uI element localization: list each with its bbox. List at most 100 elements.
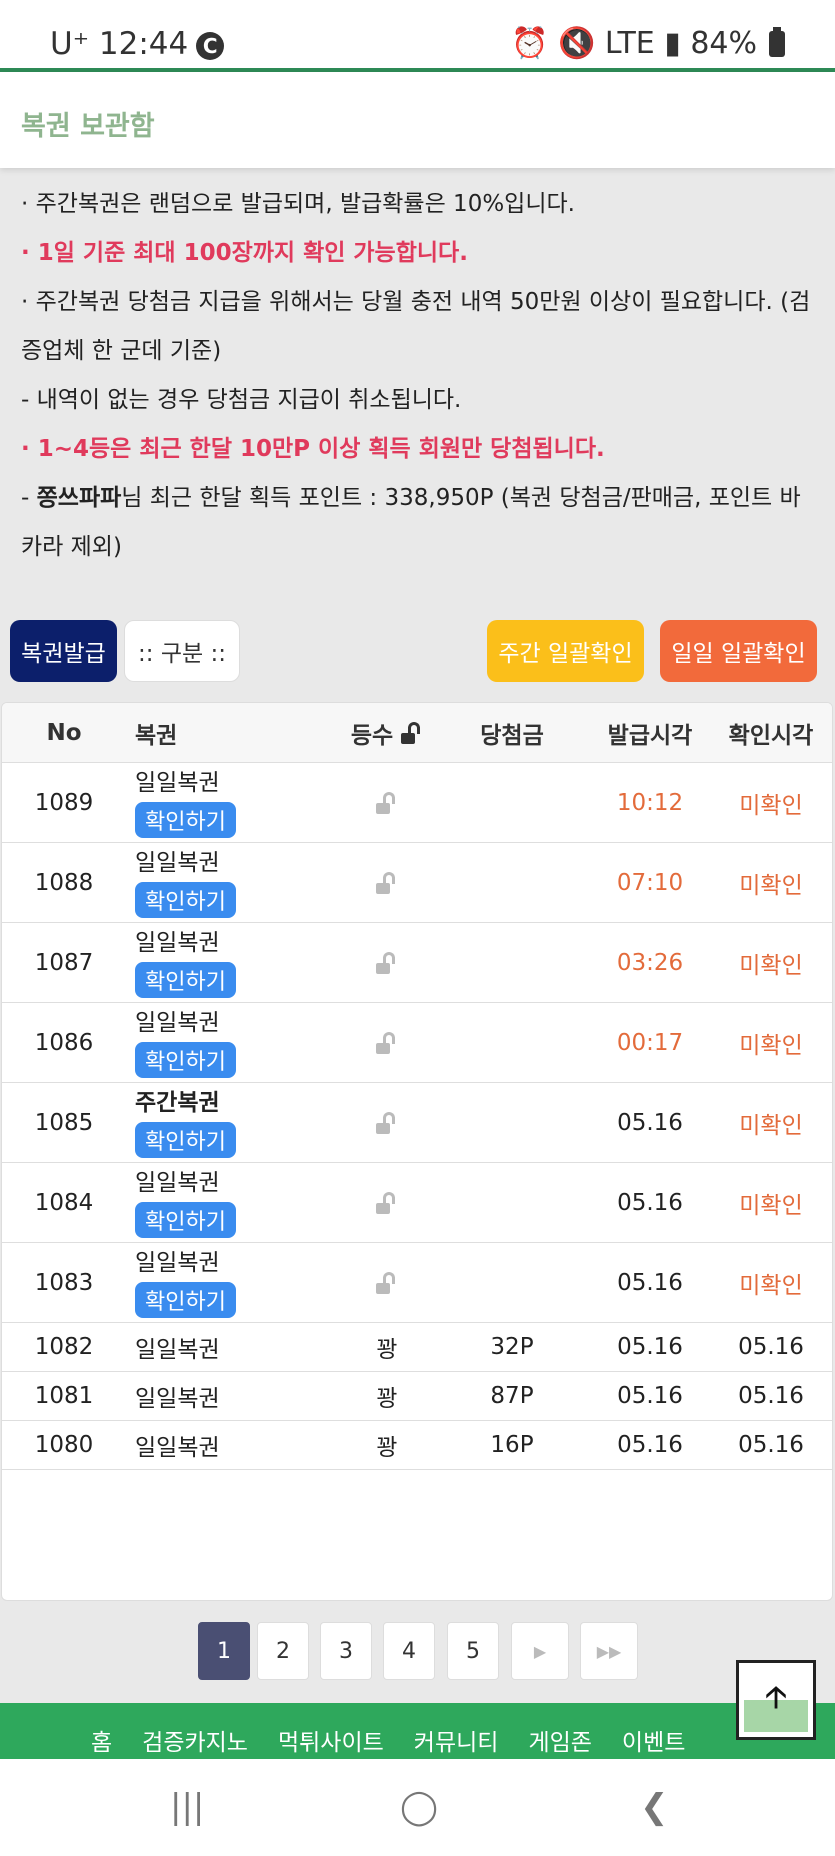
lottery-name-cell: 일일복권확인하기 bbox=[135, 763, 335, 842]
status-time: U⁺ 12:44 C bbox=[50, 26, 225, 62]
page-2[interactable]: 2 bbox=[257, 1622, 309, 1680]
lottery-name: 일일복권 bbox=[135, 769, 220, 796]
lottery-name: 일일복권 bbox=[135, 1386, 220, 1412]
issued-time: 00:17 bbox=[616, 1029, 684, 1056]
prize-value bbox=[462, 763, 562, 842]
row-no: 1087 bbox=[34, 949, 94, 976]
issued-time: 03:26 bbox=[616, 949, 684, 976]
rank-value: 꽝 bbox=[376, 1435, 398, 1461]
lottery-name-cell: 일일복권 확인하기 bbox=[135, 923, 335, 1002]
prize-value: 16P bbox=[490, 1432, 534, 1458]
confirm-button[interactable]: 확인하기 bbox=[135, 1281, 236, 1318]
page-4[interactable]: 4 bbox=[383, 1622, 435, 1680]
notice-block: · 주간복권은 랜덤으로 발급되며, 발급확률은 10%입니다. · 1일 기준… bbox=[21, 180, 821, 572]
unlock-icon bbox=[376, 791, 398, 814]
col-rank[interactable]: 등수 bbox=[337, 703, 437, 762]
lottery-table: No 복권 등수 당첨금 발급시각 확인시각 1089 일일복권 확인하기 10:12… bbox=[1, 702, 833, 1601]
battery-icon bbox=[769, 26, 785, 57]
page-1[interactable]: 1 bbox=[198, 1622, 250, 1680]
footer-link-event[interactable]: 이벤트 bbox=[622, 1723, 685, 1757]
lottery-name-cell: 주간복권확인하기 bbox=[135, 1083, 335, 1162]
unlock-icon bbox=[376, 951, 398, 974]
table-row: 1088 일일복권 확인하기 07:10 미확인 bbox=[2, 843, 832, 923]
prize-value bbox=[462, 1243, 562, 1322]
unlock-icon bbox=[376, 1271, 398, 1294]
page-5[interactable]: 5 bbox=[447, 1622, 499, 1680]
footer-link-community[interactable]: 커뮤니티 bbox=[414, 1723, 499, 1757]
daily-bulk-check-button[interactable]: 일일 일괄확인 bbox=[660, 620, 817, 682]
row-no: 1083 bbox=[34, 1269, 94, 1296]
rank-cell bbox=[337, 1003, 437, 1082]
footer-nav: 홈 검증카지노 먹튀사이트 커뮤니티 게임존 이벤트 bbox=[0, 1703, 835, 1759]
lottery-name: 일일복권 bbox=[135, 1169, 220, 1196]
rank-cell bbox=[337, 1243, 437, 1322]
row-no: 1081 bbox=[34, 1383, 94, 1409]
row-no: 1084 bbox=[34, 1189, 94, 1216]
lottery-name: 일일복권 bbox=[135, 1435, 220, 1461]
android-nav-bar: ||| ◯ ❮ bbox=[0, 1759, 835, 1856]
rank-cell: 꽝 bbox=[337, 1421, 437, 1469]
home-icon[interactable]: ◯ bbox=[400, 1787, 438, 1827]
confirm-button[interactable]: 확인하기 bbox=[135, 881, 236, 918]
issued-time: 07:10 bbox=[616, 869, 684, 896]
col-name: 복권 bbox=[135, 722, 178, 749]
table-row: 1089 일일복권 확인하기 10:12 미확인 bbox=[2, 763, 832, 843]
table-row: 1083 일일복권 확인하기 05.16 미확인 bbox=[2, 1243, 832, 1323]
lottery-name: 일일복권 bbox=[135, 1249, 220, 1276]
notice-line-5: · 1~4등은 최근 한달 10만P 이상 획득 회원만 당첨됩니다. bbox=[21, 436, 605, 462]
checked-status: 05.16 bbox=[738, 1334, 804, 1360]
lottery-name-cell: 일일복권확인하기 bbox=[135, 1243, 335, 1322]
lottery-name: 일일복권 bbox=[135, 849, 220, 876]
notice-line-1: · 주간복권은 랜덤으로 발급되며, 발급확률은 10%입니다. bbox=[21, 191, 575, 217]
prize-value bbox=[462, 1083, 562, 1162]
checked-status: 미확인 bbox=[739, 1272, 803, 1299]
row-no: 1080 bbox=[34, 1432, 94, 1458]
confirm-button[interactable]: 확인하기 bbox=[135, 1041, 236, 1078]
rank-value: 꽝 bbox=[376, 1386, 398, 1412]
lottery-name-cell: 일일복권확인하기 bbox=[135, 1163, 335, 1242]
weekly-bulk-check-button[interactable]: 주간 일괄확인 bbox=[487, 620, 644, 682]
confirm-button[interactable]: 확인하기 bbox=[135, 801, 236, 838]
issue-lottery-button[interactable]: 복권발급 bbox=[10, 620, 117, 682]
lock-icon bbox=[401, 721, 423, 744]
rank-cell bbox=[337, 1163, 437, 1242]
arrow-up-icon: 🡡 bbox=[744, 1668, 808, 1732]
scroll-top-button[interactable]: 🡡 bbox=[736, 1660, 816, 1740]
table-header: No 복권 등수 당첨금 발급시각 확인시각 bbox=[2, 703, 832, 763]
pagination: 1 2 3 4 5 ▶ ▶▶ bbox=[0, 1622, 835, 1682]
footer-link-mukti[interactable]: 먹튀사이트 bbox=[278, 1723, 384, 1757]
col-issued: 발급시각 bbox=[607, 722, 693, 749]
lottery-name: 주간복권 bbox=[135, 1089, 220, 1116]
confirm-button[interactable]: 확인하기 bbox=[135, 961, 236, 998]
issued-time: 05.16 bbox=[617, 1432, 683, 1458]
last-page-icon[interactable]: ▶▶ bbox=[580, 1622, 638, 1680]
page-title: 복권 보관함 bbox=[21, 111, 155, 142]
notice-line-2: · 1일 기준 최대 100장까지 확인 가능합니다. bbox=[21, 240, 468, 266]
footer-link-casino[interactable]: 검증카지노 bbox=[142, 1723, 248, 1757]
rank-cell bbox=[337, 763, 437, 842]
footer-link-gamezone[interactable]: 게임존 bbox=[528, 1723, 591, 1757]
confirm-button[interactable]: 확인하기 bbox=[135, 1201, 236, 1238]
recent-apps-icon[interactable]: ||| bbox=[170, 1787, 204, 1827]
next-page-icon[interactable]: ▶ bbox=[511, 1622, 569, 1680]
notice-line-3: · 주간복권 당첨금 지급을 위해서는 당월 충전 내역 50만원 이상이 필요… bbox=[21, 289, 811, 364]
username: 쫑쓰파파 bbox=[36, 485, 122, 511]
issued-time: 05.16 bbox=[617, 1109, 683, 1136]
lottery-name-cell: 일일복권확인하기 bbox=[135, 843, 335, 922]
rank-cell bbox=[337, 1083, 437, 1162]
category-select[interactable]: :: 구분 :: bbox=[124, 620, 240, 682]
row-no: 1085 bbox=[34, 1109, 94, 1136]
page-3[interactable]: 3 bbox=[320, 1622, 372, 1680]
lottery-name-cell: 일일복권 확인하기 bbox=[135, 1003, 335, 1082]
table-row: 1080 일일복권 꽝 16P 05.16 05.16 bbox=[2, 1421, 832, 1470]
title-bar: 복권 보관함 bbox=[0, 72, 835, 168]
unlock-icon bbox=[376, 871, 398, 894]
row-no: 1082 bbox=[34, 1334, 94, 1360]
checked-status: 미확인 bbox=[739, 872, 803, 899]
col-checked: 확인시각 bbox=[728, 722, 814, 749]
col-prize: 당첨금 bbox=[480, 722, 544, 749]
checked-status: 미확인 bbox=[739, 792, 803, 819]
footer-link-home[interactable]: 홈 bbox=[91, 1723, 112, 1757]
confirm-button[interactable]: 확인하기 bbox=[135, 1121, 236, 1158]
back-icon[interactable]: ❮ bbox=[640, 1787, 669, 1827]
